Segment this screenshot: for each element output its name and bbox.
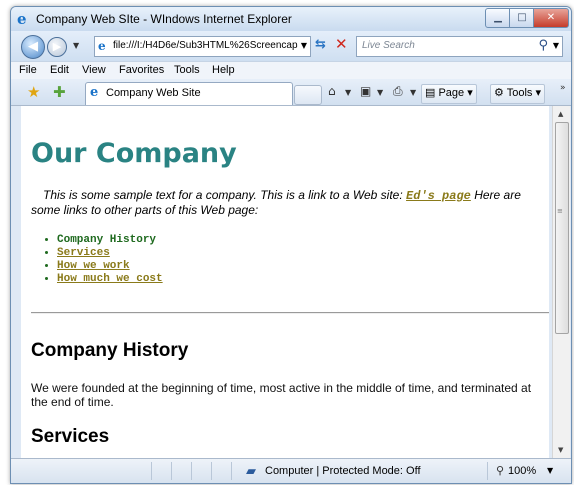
zoom-dropdown-icon[interactable]: ▼ — [547, 466, 553, 475]
close-button[interactable]: ✕ — [533, 8, 569, 28]
status-divider — [211, 462, 212, 480]
intro-paragraph: This is some sample text for a company. … — [31, 188, 549, 217]
vertical-scrollbar[interactable]: ▲ ≡ ▼ — [552, 106, 570, 458]
maximize-button[interactable]: □ — [509, 8, 535, 28]
add-favorites-icon[interactable]: ✚ — [53, 83, 66, 101]
tab-bar: ★ ✚ e Company Web Site ⌂ ▼ ▣ ▼ ⎙ ▼ ▤ Pag… — [11, 79, 571, 106]
scroll-up-icon[interactable]: ▲ — [558, 110, 563, 118]
address-bar[interactable]: e file:///I:/H4D6e/Sub3HTML%26Screencaps… — [94, 36, 311, 57]
section-heading-services: Services — [31, 426, 110, 447]
page-icon: ▤ — [425, 87, 436, 99]
zoom-level[interactable]: 100% — [508, 465, 536, 477]
home-icon[interactable]: ⌂ — [328, 84, 336, 98]
company-history-text: We were founded at the beginning of time… — [31, 381, 532, 409]
feeds-dropdown-icon[interactable]: ▼ — [377, 88, 383, 97]
address-dropdown-icon[interactable]: ▼ — [301, 41, 307, 50]
print-dropdown-icon[interactable]: ▼ — [410, 88, 416, 97]
page-dropdown-icon: ▾ — [467, 87, 473, 99]
tools-menu-button[interactable]: ⚙ Tools ▾ — [490, 84, 546, 104]
horizontal-rule — [31, 312, 549, 314]
browser-window: e Company Web SIte - WIndows Internet Ex… — [10, 6, 572, 484]
home-dropdown-icon[interactable]: ▼ — [345, 88, 351, 97]
computer-icon: ▰ — [246, 464, 256, 479]
forward-button[interactable]: ▶ — [47, 37, 67, 57]
title-bar: e Company Web SIte - WIndows Internet Ex… — [11, 7, 571, 31]
refresh-icon[interactable]: ⇆ — [315, 37, 326, 52]
scroll-thumb[interactable] — [555, 122, 569, 334]
history-dropdown-icon[interactable]: ▼ — [73, 41, 79, 50]
link-company-history[interactable]: Company History — [57, 234, 156, 246]
tab-ie-icon: e — [90, 85, 99, 100]
chevron-right-icon[interactable]: » — [560, 83, 566, 93]
menu-tools[interactable]: Tools — [174, 64, 200, 76]
scroll-down-icon[interactable]: ▼ — [558, 446, 563, 454]
status-divider — [487, 462, 488, 480]
search-icon[interactable]: ⚲ — [538, 38, 548, 53]
list-item: Company History — [57, 234, 163, 247]
navigation-bar: ◀ ▶ ▼ e file:///I:/H4D6e/Sub3HTML%26Scre… — [11, 31, 571, 61]
status-divider — [151, 462, 152, 480]
favorites-center-icon[interactable]: ★ — [27, 83, 40, 101]
section-links-list: Company History Services How we work How… — [31, 234, 163, 286]
minimize-button[interactable]: ▁ — [485, 8, 511, 28]
tools-dropdown-icon: ▾ — [535, 87, 542, 99]
back-button[interactable]: ◀ — [21, 35, 45, 59]
scroll-grip-icon: ≡ — [557, 207, 563, 215]
menu-file[interactable]: File — [19, 64, 37, 76]
address-input[interactable]: file:///I:/H4D6e/Sub3HTML%26Screencaps — [113, 40, 298, 51]
page-icon: e — [98, 39, 106, 53]
section-heading-company-history: Company History — [31, 340, 189, 361]
search-dropdown-icon[interactable]: ▼ — [553, 41, 559, 50]
menu-help[interactable]: Help — [212, 64, 235, 76]
page-content: Our Company This is some sample text for… — [21, 106, 549, 458]
search-box[interactable]: Live Search ⚲ ▼ — [356, 36, 563, 57]
tools-label: Tools — [506, 87, 533, 99]
stop-icon[interactable]: ✕ — [335, 35, 348, 53]
zoom-icon[interactable]: ⚲ — [496, 464, 504, 477]
status-divider — [191, 462, 192, 480]
feeds-icon[interactable]: ▣ — [360, 84, 371, 98]
list-item: How much we cost — [57, 273, 163, 286]
page-title: Our Company — [31, 138, 237, 169]
menu-favorites[interactable]: Favorites — [119, 64, 164, 76]
print-icon[interactable]: ⎙ — [393, 84, 403, 99]
page-menu-button[interactable]: ▤ Page ▾ — [421, 84, 477, 104]
menu-view[interactable]: View — [82, 64, 106, 76]
status-bar: ▰ Computer | Protected Mode: Off ⚲ 100% … — [11, 458, 571, 483]
new-tab-button[interactable] — [294, 85, 322, 105]
list-item: Services — [57, 247, 163, 260]
search-input[interactable]: Live Search — [362, 40, 415, 51]
tab-company-web-site[interactable]: e Company Web Site — [85, 82, 293, 105]
intro-text: This is some sample text for a company. … — [43, 188, 403, 202]
menu-bar: File Edit View Favorites Tools Help — [11, 61, 571, 80]
link-how-we-work[interactable]: How we work — [57, 260, 130, 272]
ie-logo-icon: e — [17, 10, 27, 28]
tab-label: Company Web Site — [106, 87, 201, 99]
list-item: How we work — [57, 260, 163, 273]
status-divider — [171, 462, 172, 480]
page-label: Page — [438, 87, 465, 99]
link-how-much-we-cost[interactable]: How much we cost — [57, 273, 163, 285]
window-title: Company Web SIte - WIndows Internet Expl… — [36, 12, 292, 26]
gear-icon: ⚙ — [494, 87, 504, 99]
status-divider — [231, 462, 232, 480]
link-services[interactable]: Services — [57, 247, 110, 259]
eds-page-link[interactable]: Ed's page — [406, 189, 471, 203]
status-zone-text: Computer | Protected Mode: Off — [265, 465, 421, 477]
menu-edit[interactable]: Edit — [50, 64, 69, 76]
